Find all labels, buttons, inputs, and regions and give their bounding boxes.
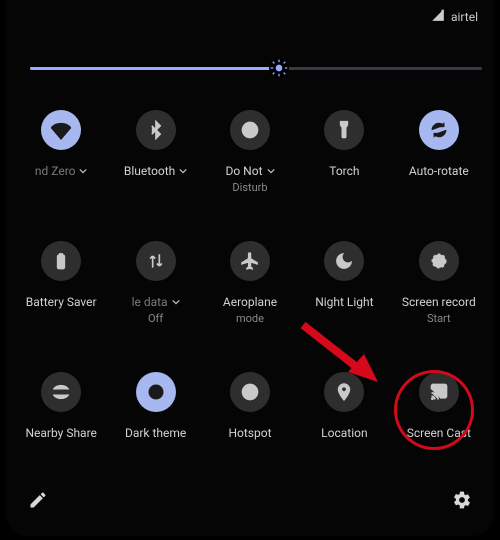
tile-label: Battery Saver <box>26 295 97 310</box>
nightlight-icon[interactable] <box>324 241 364 281</box>
nearbyshare-icon[interactable] <box>41 372 81 412</box>
tile-label: Bluetooth <box>124 164 187 179</box>
tile-autorotate[interactable]: Auto-rotate <box>392 110 486 195</box>
wifi-icon[interactable] <box>41 110 81 150</box>
brightness-fill <box>30 67 279 70</box>
darktheme-icon[interactable] <box>136 372 176 412</box>
tile-sublabel: Start <box>427 312 451 326</box>
tile-airplane[interactable]: Aeroplane mode <box>203 241 297 326</box>
tile-label: nd Zero <box>35 164 88 179</box>
tile-bluetooth[interactable]: Bluetooth <box>108 110 202 195</box>
carrier-label: airtel <box>451 10 478 24</box>
tile-nightlight[interactable]: Night Light <box>297 241 391 326</box>
tile-label: Night Light <box>315 295 373 310</box>
quick-settings-panel: airtel nd Zero Bluetooth Do Not Disturb Torc… <box>6 0 494 536</box>
tile-sublabel: Off <box>148 312 163 326</box>
chevron-down-icon[interactable] <box>179 164 187 179</box>
status-bar: airtel <box>431 8 478 25</box>
chevron-down-icon[interactable] <box>267 164 275 179</box>
tile-label: Do Not <box>225 164 274 179</box>
autorotate-icon[interactable] <box>419 110 459 150</box>
signal-icon <box>431 8 445 25</box>
tile-label: Screen record <box>402 295 476 310</box>
airplane-icon[interactable] <box>230 241 270 281</box>
tile-battery[interactable]: Battery Saver <box>14 241 108 326</box>
edit-button[interactable] <box>28 490 48 514</box>
tile-mobiledata[interactable]: le data Off <box>108 241 202 326</box>
screenrecord-icon[interactable] <box>419 241 459 281</box>
location-icon[interactable] <box>324 372 364 412</box>
hotspot-icon[interactable] <box>230 372 270 412</box>
tile-dnd[interactable]: Do Not Disturb <box>203 110 297 195</box>
bluetooth-icon[interactable] <box>136 110 176 150</box>
tile-screencast[interactable]: Screen Cast <box>392 372 486 441</box>
tile-sublabel: mode <box>236 312 264 326</box>
screencast-icon[interactable] <box>419 372 459 412</box>
dnd-icon[interactable] <box>230 110 270 150</box>
tile-label: Screen Cast <box>407 426 471 441</box>
chevron-down-icon[interactable] <box>79 164 87 179</box>
tile-label: Dark theme <box>125 426 186 441</box>
brightness-thumb[interactable] <box>269 58 289 78</box>
chevron-down-icon[interactable] <box>172 295 180 310</box>
tile-wifi[interactable]: nd Zero <box>14 110 108 195</box>
tile-label: Torch <box>329 164 359 179</box>
tile-label: Aeroplane <box>223 295 277 310</box>
tiles-grid: nd Zero Bluetooth Do Not Disturb Torch Auto-r… <box>6 110 494 441</box>
torch-icon[interactable] <box>324 110 364 150</box>
tile-label: Hotspot <box>228 426 271 441</box>
tile-label: Location <box>321 426 367 441</box>
tile-screenrecord[interactable]: Screen record Start <box>392 241 486 326</box>
tile-darktheme[interactable]: Dark theme <box>108 372 202 441</box>
tile-hotspot[interactable]: Hotspot <box>203 372 297 441</box>
settings-button[interactable] <box>452 490 472 514</box>
tile-label: Nearby Share <box>25 426 96 441</box>
mobiledata-icon[interactable] <box>136 241 176 281</box>
tile-label: Auto-rotate <box>409 164 469 179</box>
tile-location[interactable]: Location <box>297 372 391 441</box>
tile-sublabel: Disturb <box>232 181 267 195</box>
battery-icon[interactable] <box>41 241 81 281</box>
tile-label: le data <box>132 295 180 310</box>
tile-torch[interactable]: Torch <box>297 110 391 195</box>
tile-nearbyshare[interactable]: Nearby Share <box>14 372 108 441</box>
